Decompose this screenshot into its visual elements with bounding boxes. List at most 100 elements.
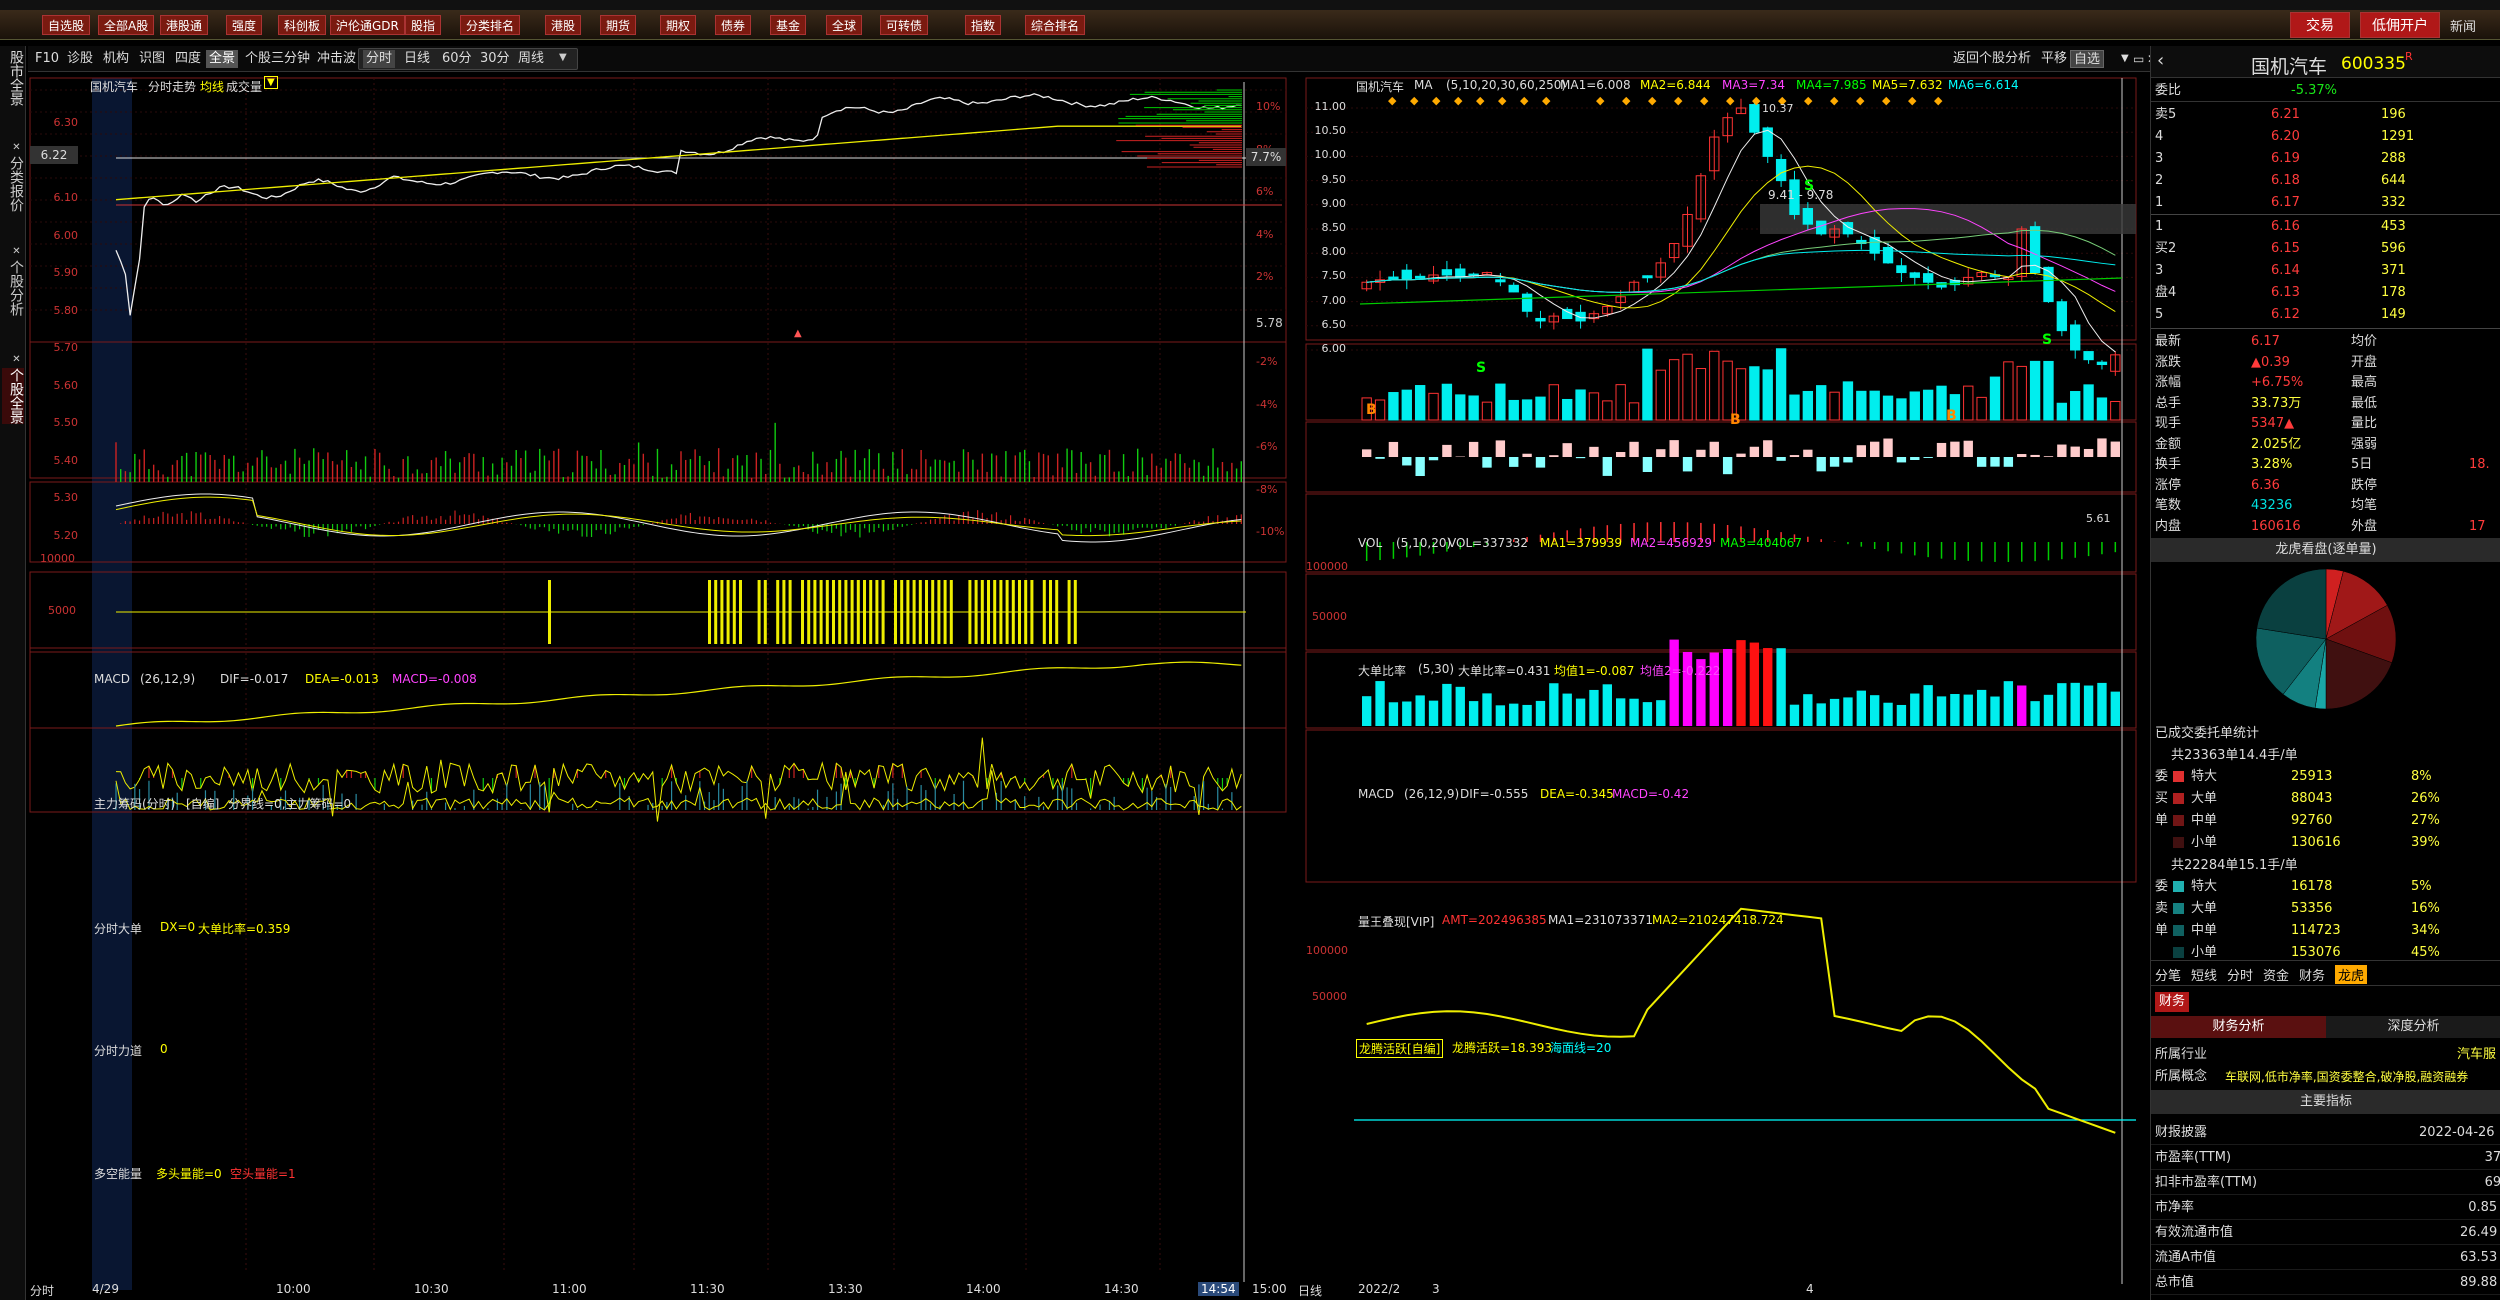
- bid-row[interactable]: 3 6.14 371: [2151, 260, 2500, 282]
- tab-stock-panorama[interactable]: 个股全景: [2, 368, 24, 424]
- menu-item-global[interactable]: 全球: [826, 15, 863, 35]
- bottom-tab[interactable]: 财务: [2299, 965, 2325, 984]
- ask-row[interactable]: 4 6.20 1291: [2151, 126, 2500, 148]
- buy-order-row: 委 特大 25913 8%: [2151, 766, 2500, 788]
- menu-item-hk[interactable]: 港股: [545, 15, 582, 35]
- bid-volume: 596: [2381, 241, 2406, 256]
- diamond-marker: ◆: [1726, 94, 1735, 107]
- ddbl-bar: [2017, 454, 2027, 457]
- f10-button[interactable]: F10: [32, 50, 62, 68]
- close-icon[interactable]: ✕: [2, 354, 24, 365]
- diagnose-button[interactable]: 诊股: [64, 50, 96, 68]
- menu-item-strength[interactable]: 强度: [226, 15, 263, 35]
- menu-item-index-futures[interactable]: 股指: [405, 15, 442, 35]
- menu-item-all-a[interactable]: 全部A股: [98, 15, 155, 35]
- menu-item-funds[interactable]: 基金: [770, 15, 807, 35]
- three-minute-button[interactable]: 个股三分钟: [242, 50, 313, 68]
- weibi-label: 委比: [2155, 83, 2182, 98]
- stat-label: 金额: [2155, 436, 2182, 452]
- watchlist-dropdown[interactable]: 自选: [2070, 50, 2105, 68]
- chevron-down-icon[interactable]: ▼: [264, 76, 278, 89]
- stat-value: ▲0.39: [2251, 354, 2290, 370]
- bid-row[interactable]: 盘4 6.13 178: [2151, 282, 2500, 304]
- chevron-down-icon[interactable]: ▼: [559, 52, 567, 63]
- bottom-tab[interactable]: 资金: [2263, 965, 2289, 984]
- finance-tab[interactable]: 财务: [2155, 992, 2190, 1012]
- menu-item-options[interactable]: 期权: [660, 15, 697, 35]
- daily-lh-title[interactable]: 龙腾活跃[自编]: [1356, 1039, 1444, 1058]
- menu-item-overall-rank[interactable]: 综合排名: [1025, 15, 1086, 35]
- intraday-vol-label: 成交量: [226, 80, 263, 94]
- tab-market-overview[interactable]: 股市全景: [2, 50, 24, 106]
- tab-category-quote[interactable]: 分类报价: [2, 156, 24, 212]
- bid-row[interactable]: 5 6.12 149: [2151, 304, 2500, 326]
- close-icon[interactable]: ✕: [2, 246, 24, 257]
- finance-analysis-tab[interactable]: 财务分析: [2151, 1016, 2326, 1038]
- candle-body: [2070, 324, 2081, 351]
- deep-analysis-tab[interactable]: 深度分析: [2326, 1016, 2500, 1038]
- industry-value[interactable]: 汽车服: [2457, 1044, 2496, 1066]
- period-intraday[interactable]: 分时: [363, 50, 396, 68]
- candle-body: [1896, 265, 1907, 274]
- stat-value: +6.75%: [2251, 375, 2304, 390]
- ref-price-label: 5.78: [1256, 316, 1283, 330]
- menu-item-star[interactable]: 科创板: [278, 15, 327, 35]
- period-weekly[interactable]: 周线: [515, 50, 547, 68]
- stat-row: 笔数 43236 均笔: [2151, 496, 2500, 516]
- intraday-zl-title[interactable]: 主力筹码(分时): [94, 795, 175, 812]
- period-60m[interactable]: 60分: [439, 50, 475, 68]
- tab-stock-analysis[interactable]: 个股分析: [2, 260, 24, 316]
- trade-button[interactable]: 交易: [2290, 12, 2350, 38]
- institution-button[interactable]: 机构: [100, 50, 132, 68]
- bid-row[interactable]: 买2 6.15 596: [2151, 238, 2500, 260]
- impulse-button[interactable]: 冲击波: [314, 50, 359, 68]
- menu-item-index[interactable]: 指数: [965, 15, 1002, 35]
- back-analysis-button[interactable]: 返回个股分析: [1950, 50, 2034, 68]
- concept-value[interactable]: 车联网,低市净率,国资委整合,破净股,融资融券: [2225, 1066, 2468, 1088]
- bid-row[interactable]: 1 6.16 453: [2151, 216, 2500, 238]
- daily-lw-title[interactable]: 量王叠现[VIP]: [1358, 913, 1434, 930]
- daily-vol-title[interactable]: VOL: [1358, 536, 1382, 550]
- bottom-tab[interactable]: 龙虎: [2335, 965, 2368, 984]
- intraday-dk-title[interactable]: 多空能量: [94, 1165, 142, 1182]
- menu-item-watchlist[interactable]: 自选股: [42, 15, 91, 35]
- news-link[interactable]: 新闻: [2450, 16, 2476, 35]
- daily-macd-dea: DEA=-0.345: [1540, 787, 1614, 801]
- intraday-macd-title[interactable]: MACD: [94, 672, 130, 686]
- open-account-button[interactable]: 低佣开户: [2360, 12, 2440, 38]
- ask-row[interactable]: 卖5 6.21 196: [2151, 104, 2500, 126]
- candle-body: [1909, 272, 1920, 278]
- order-pct: 39%: [2411, 835, 2440, 850]
- chevron-left-icon[interactable]: ‹: [2157, 50, 2164, 71]
- daily-macd-title[interactable]: MACD: [1358, 787, 1394, 801]
- panorama-button[interactable]: 全景: [206, 50, 239, 68]
- daily-bottom-tab[interactable]: 日线: [1298, 1282, 1322, 1299]
- menu-item-category-rank[interactable]: 分类排名: [460, 15, 521, 35]
- daily-ma-label[interactable]: MA: [1414, 78, 1433, 92]
- pattern-button[interactable]: 识图: [136, 50, 168, 68]
- finance-value: 0.85: [2468, 1200, 2498, 1215]
- menu-item-convertible[interactable]: 可转债: [880, 15, 929, 35]
- period-30m[interactable]: 30分: [477, 50, 513, 68]
- menu-item-futures[interactable]: 期货: [600, 15, 637, 35]
- stat-value: 5347▲: [2251, 416, 2295, 431]
- daily-ddbl-title[interactable]: 大单比率: [1358, 662, 1406, 679]
- four-degree-button[interactable]: 四度: [172, 50, 204, 68]
- menu-item-bonds[interactable]: 债券: [715, 15, 752, 35]
- ask-row[interactable]: 3 6.19 288: [2151, 148, 2500, 170]
- close-icon[interactable]: ✕: [2, 142, 24, 153]
- period-daily[interactable]: 日线: [401, 50, 433, 68]
- intraday-bottom-tab[interactable]: 分时: [30, 1282, 54, 1299]
- pan-button[interactable]: 平移: [2038, 50, 2070, 68]
- bottom-tab[interactable]: 短线: [2191, 965, 2217, 984]
- bottom-tab[interactable]: 分时: [2227, 965, 2253, 984]
- menu-item-gdr[interactable]: 沪伦通GDR: [330, 15, 405, 35]
- menu-item-hk-connect[interactable]: 港股通: [160, 15, 209, 35]
- daily-vol-bar: [1775, 348, 1787, 421]
- intraday-dd-title[interactable]: 分时大单: [94, 920, 142, 937]
- ask-row[interactable]: 1 6.17 332: [2151, 192, 2500, 214]
- intraday-ld-title[interactable]: 分时力道: [94, 1042, 142, 1059]
- ask-row[interactable]: 2 6.18 644: [2151, 170, 2500, 192]
- bottom-tab[interactable]: 分笔: [2155, 965, 2181, 984]
- diamond-marker: ◆: [1752, 94, 1761, 107]
